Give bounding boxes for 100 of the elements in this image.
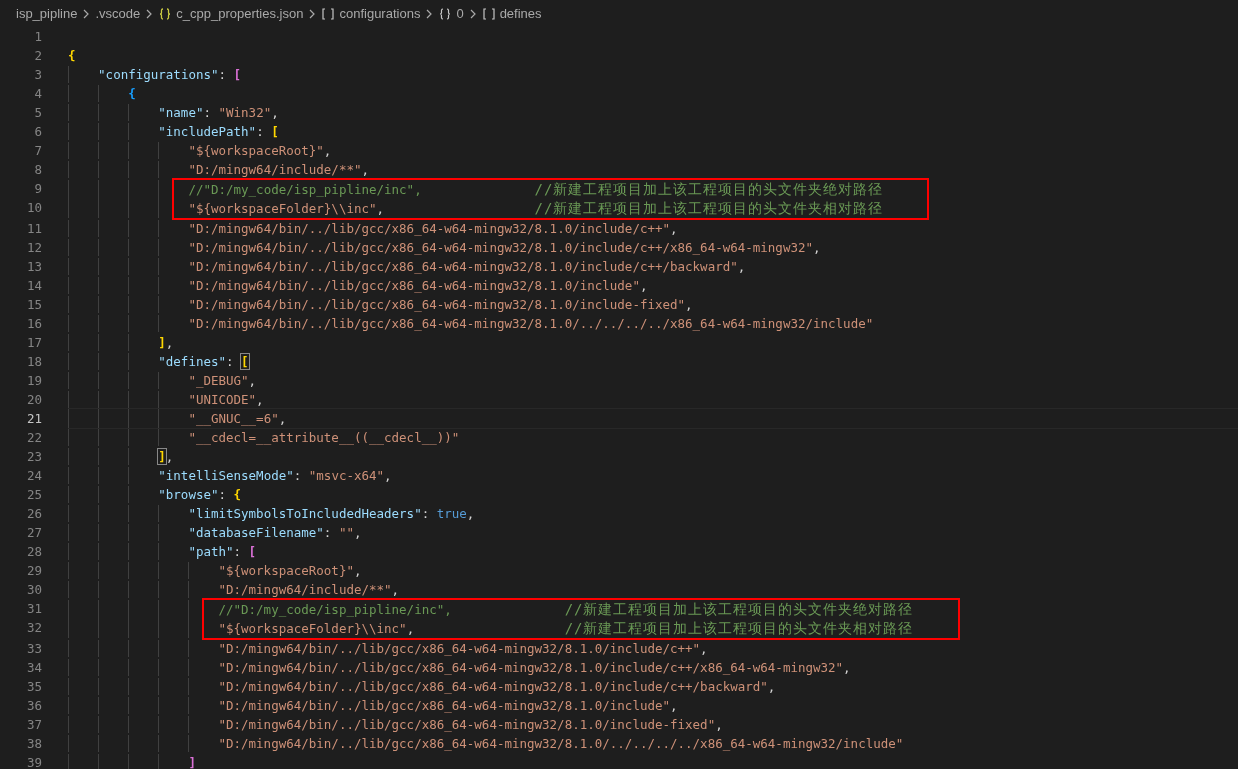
string-literal: "Win32" [218,105,272,120]
punctuation: : [323,525,333,540]
string-literal: "D:/mingw64/bin/../lib/gcc/x86_64-w64-mingw32/8.1.0/include/c++/backward" [188,259,738,274]
line-number: 1 [33,28,42,46]
punctuation: , [384,468,392,483]
line-number: 18 [25,353,42,371]
line-number: 28 [25,543,42,561]
punctuation: : [203,105,212,120]
punctuation: : [226,354,235,369]
line-number: 39 [25,754,42,769]
punctuation: , [670,221,678,236]
punctuation: , [353,525,362,540]
punctuation: , [391,582,400,597]
punctuation: , [813,240,821,255]
line-number: 14 [25,277,42,295]
json-key: "defines" [158,354,226,369]
line-number: 11 [25,220,42,238]
line-number: 13 [25,258,42,276]
punctuation: , [715,717,723,732]
chevron-right-icon [82,7,91,20]
string-literal: "D:/mingw64/bin/../lib/gcc/x86_64-w64-mingw32/8.1.0/include/c++" [188,221,670,236]
line-number: 9 [33,180,42,198]
punctuation: , [466,506,475,521]
line-number: 24 [25,467,42,485]
line-number: 22 [25,429,42,447]
bracket: [ [233,67,242,82]
breadcrumb-item[interactable]: .vscode [95,6,141,21]
line-number: 37 [25,716,42,734]
punctuation: , [248,373,257,388]
punctuation: , [639,278,648,293]
line-number: 4 [33,85,42,103]
line-number: 16 [25,315,42,333]
string-literal: "_DEBUG" [188,373,249,388]
bracket: [ [271,124,279,139]
string-literal: "${workspaceRoot}" [218,563,354,578]
line-number: 34 [25,659,42,677]
line-number: 27 [25,524,42,542]
line-number: 17 [25,334,42,352]
line-number: 26 [25,505,42,523]
line-number: 33 [25,640,42,658]
line-number: 15 [25,296,42,314]
json-key: "includePath" [158,124,257,139]
json-key: "limitSymbolsToIncludedHeaders" [188,506,422,521]
punctuation: , [406,621,415,636]
bracket: ] [188,755,196,769]
line-number: 19 [25,372,42,390]
comment: //新建工程项目加上该工程项目的头文件夹绝对路径 [564,600,914,619]
bracket: { [128,86,136,101]
line-number: 21 [25,410,42,428]
punctuation: , [376,201,385,216]
string-literal: "__cdecl=__attribute__((__cdecl__))" [188,430,460,445]
string-literal: "D:/mingw64/bin/../lib/gcc/x86_64-w64-mingw32/8.1.0/../../../../x86_64-w64-mingw32/include" [188,316,874,331]
line-number: 2 [33,47,42,65]
string-literal: "D:/mingw64/bin/../lib/gcc/x86_64-w64-mingw32/8.1.0/include" [218,698,670,713]
json-key: "name" [158,105,204,120]
braces-icon [438,6,453,21]
punctuation: : [218,487,228,502]
punctuation: , [843,660,851,675]
punctuation: , [256,392,264,407]
string-literal: "msvc-x64" [308,468,385,483]
punctuation: , [165,449,174,464]
string-literal: "D:/mingw64/bin/../lib/gcc/x86_64-w64-mingw32/8.1.0/include-fixed" [188,297,686,312]
punctuation: , [271,105,279,120]
comment: //新建工程项目加上该工程项目的头文件夹绝对路径 [534,180,884,199]
json-key: "browse" [158,487,219,502]
string-literal: "D:/mingw64/bin/../lib/gcc/x86_64-w64-mingw32/8.1.0/include/c++/x86_64-w64-mingw32" [218,660,844,675]
punctuation: , [353,563,362,578]
punctuation: , [323,143,332,158]
line-number: 20 [25,391,42,409]
punctuation: : [218,67,228,82]
comment: //"D:/my_code/isp_pipline/inc", [218,602,452,617]
punctuation: : [256,124,265,139]
breadcrumb-item[interactable]: 0 [438,6,464,21]
line-number: 10 [25,199,42,217]
line-number: 38 [25,735,42,753]
string-literal: "D:/mingw64/include/**" [218,582,392,597]
string-literal: "${workspaceFolder}\\inc" [188,201,377,216]
chevron-right-icon [308,7,317,20]
square-brackets-icon [321,6,336,21]
bracket: [ [248,544,257,559]
string-literal: "D:/mingw64/bin/../lib/gcc/x86_64-w64-mingw32/8.1.0/include/c++/backward" [218,679,768,694]
string-literal: "D:/mingw64/include/**" [188,162,362,177]
bracket: { [68,48,76,63]
string-literal: "${workspaceFolder}\\inc" [218,621,407,636]
line-number: 35 [25,678,42,696]
breadcrumb-item[interactable]: configurations [321,6,421,21]
braces-icon [158,6,173,21]
string-literal: "" [338,525,354,540]
line-number: 23 [25,448,42,466]
breadcrumb-item[interactable]: defines [481,6,542,21]
json-key: "databaseFilename" [188,525,324,540]
breadcrumb-item[interactable]: c_cpp_properties.json [158,6,304,21]
line-number: 32 [25,619,42,637]
line-number: 30 [25,581,42,599]
line-number: 7 [33,142,42,160]
string-literal: "D:/mingw64/bin/../lib/gcc/x86_64-w64-mingw32/8.1.0/include/c++/x86_64-w64-mingw32" [188,240,813,255]
breadcrumb-item[interactable]: isp_pipline [16,6,78,21]
string-literal: "UNICODE" [188,392,257,407]
comment: //"D:/my_code/isp_pipline/inc", [188,182,422,197]
string-literal: "D:/mingw64/bin/../lib/gcc/x86_64-w64-mingw32/8.1.0/../../../../x86_64-w64-mingw32/include" [218,736,904,751]
